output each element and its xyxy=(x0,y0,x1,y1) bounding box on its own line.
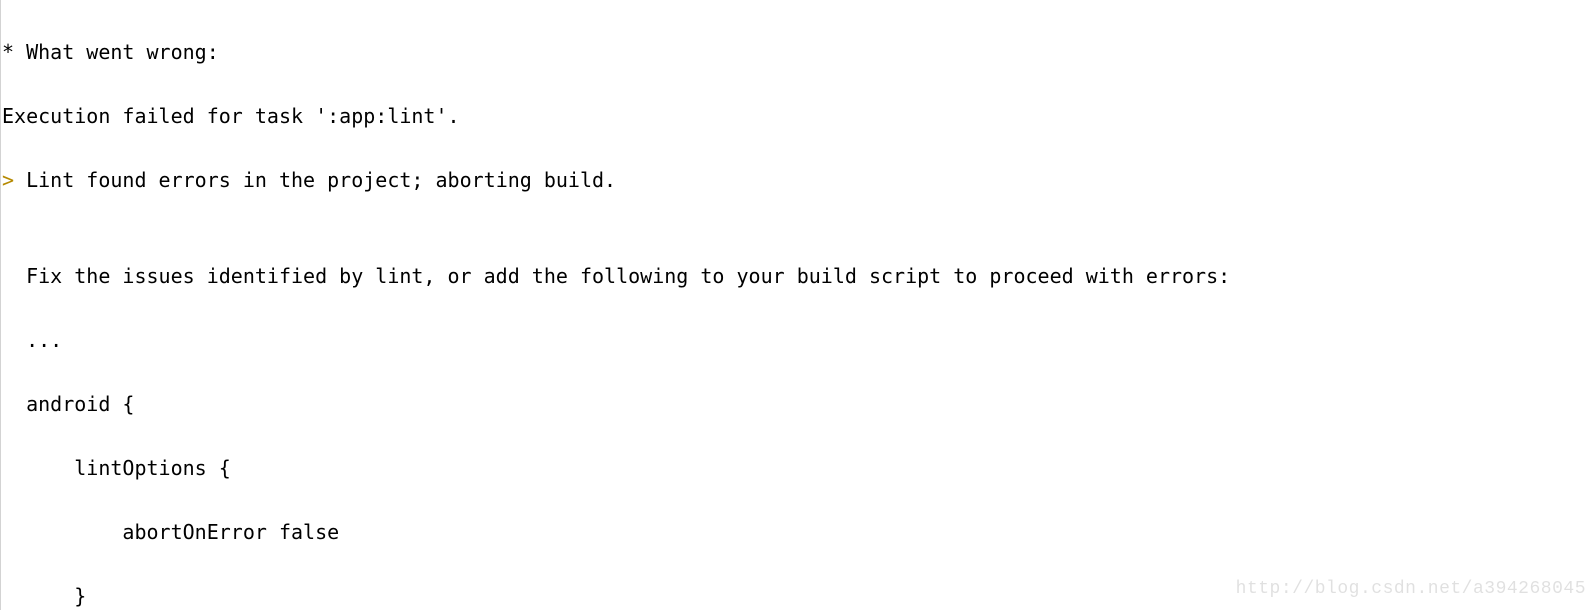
watermark: http://blog.csdn.net/a394268045 xyxy=(1236,575,1586,604)
log-line: ... xyxy=(2,324,1596,356)
log-line: android { xyxy=(2,388,1596,420)
log-line: * What went wrong: xyxy=(2,36,1596,68)
log-text: Lint found errors in the project; aborti… xyxy=(14,168,616,192)
console-output: * What went wrong: Execution failed for … xyxy=(0,0,1596,610)
log-line: abortOnError false xyxy=(2,516,1596,548)
log-line: Fix the issues identified by lint, or ad… xyxy=(2,260,1596,292)
log-line: lintOptions { xyxy=(2,452,1596,484)
log-line: > Lint found errors in the project; abor… xyxy=(2,164,1596,196)
caret-icon: > xyxy=(2,168,14,192)
left-border xyxy=(0,0,1,610)
log-line: Execution failed for task ':app:lint'. xyxy=(2,100,1596,132)
